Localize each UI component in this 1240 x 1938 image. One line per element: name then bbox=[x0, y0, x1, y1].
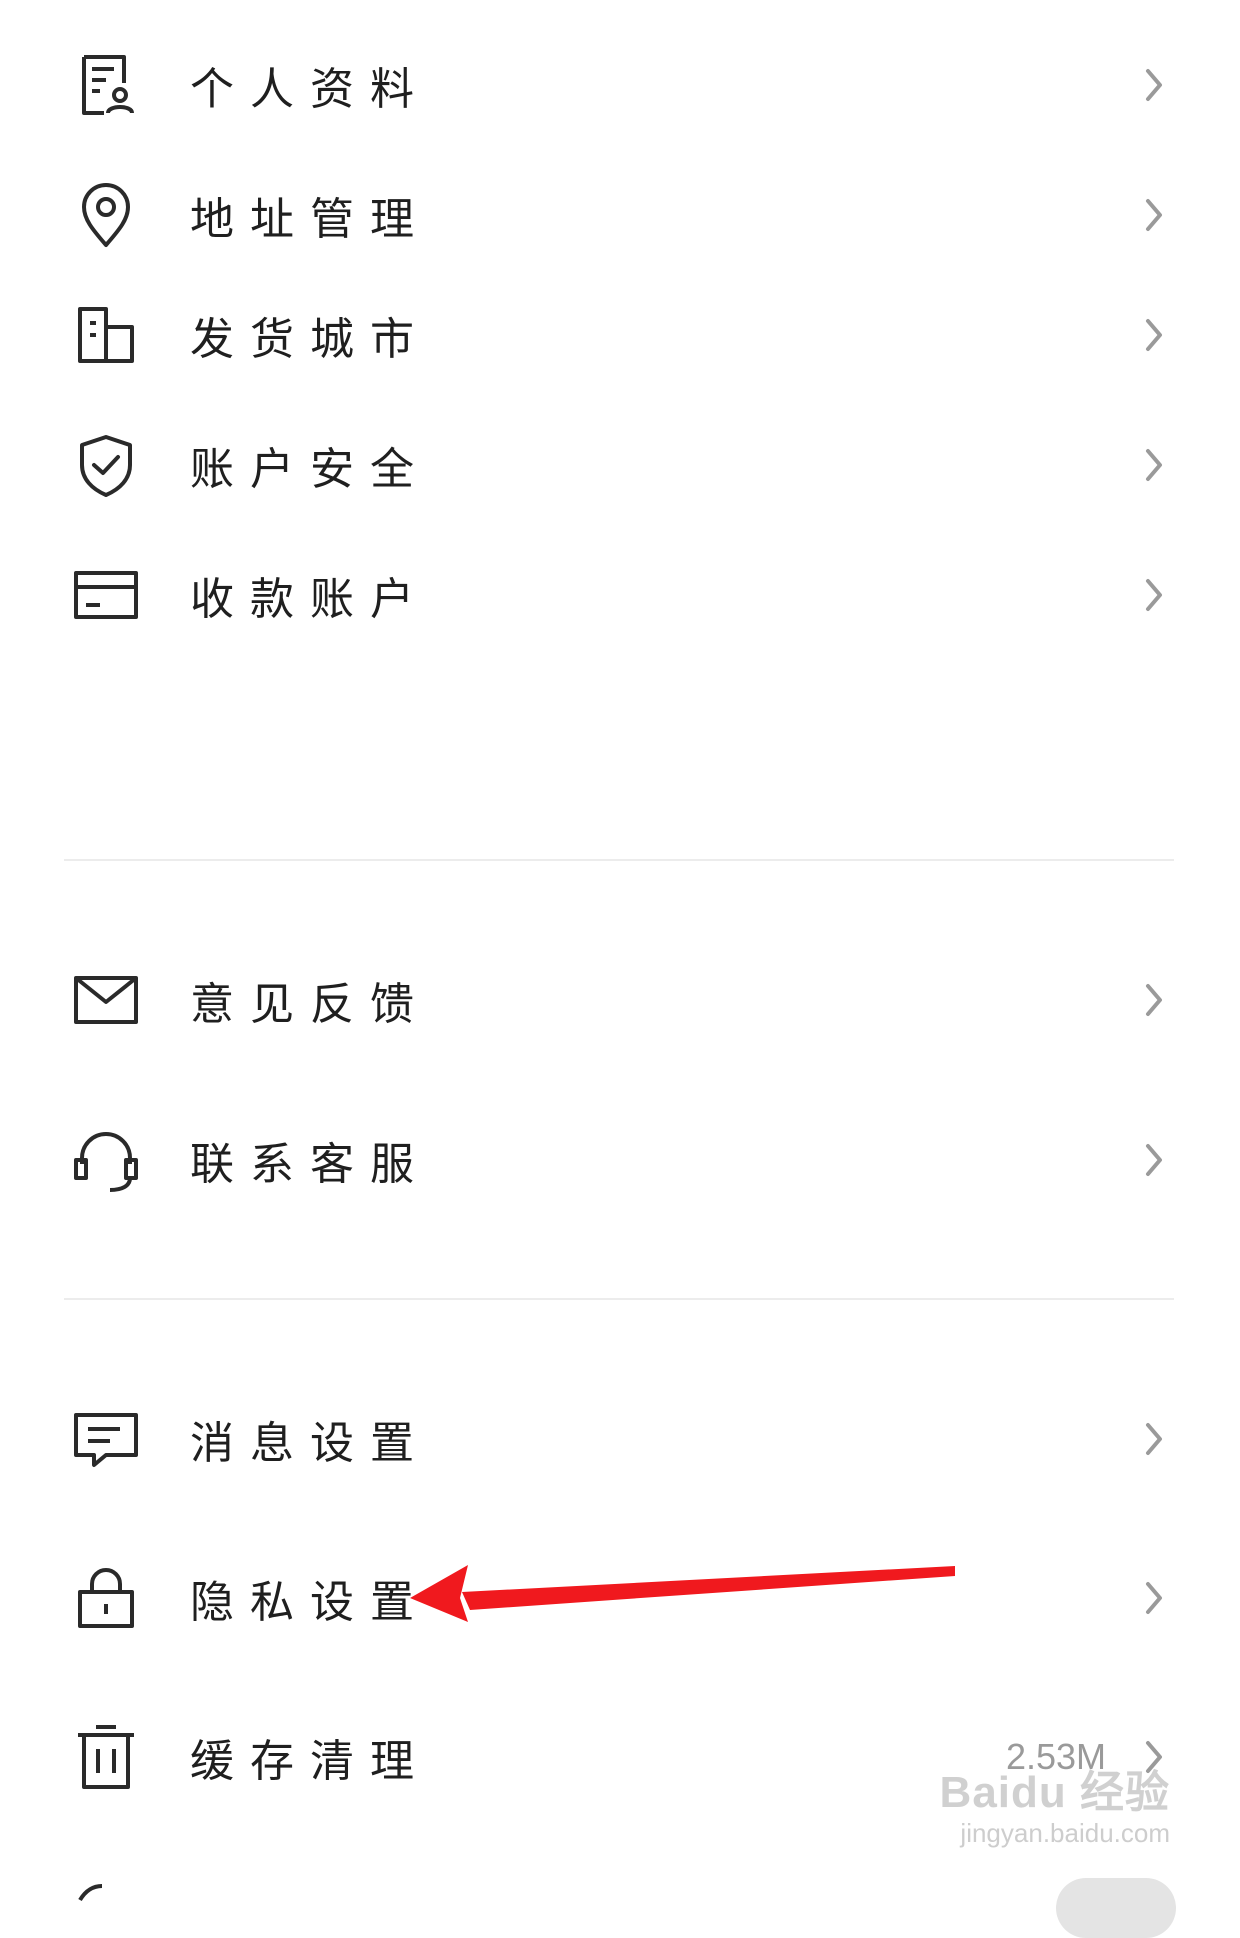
chevron-right-icon bbox=[1140, 65, 1168, 105]
menu-item-label: 缓存清理 bbox=[190, 1736, 430, 1787]
menu-item-label: 发货城市 bbox=[190, 314, 430, 365]
location-pin-icon bbox=[70, 179, 142, 251]
menu-item-label: 消息设置 bbox=[190, 1418, 430, 1469]
watermark-url: jingyan.baidu.com bbox=[960, 1818, 1170, 1848]
menu-item-customer-service[interactable]: 联系客服 bbox=[0, 1095, 1240, 1225]
menu-item-profile[interactable]: 个人资料 bbox=[0, 20, 1240, 150]
menu-item-label: 个人资料 bbox=[190, 64, 430, 115]
menu-item-label: 隐私设置 bbox=[190, 1577, 430, 1628]
shield-check-icon bbox=[70, 429, 142, 501]
profile-card-icon bbox=[70, 49, 142, 121]
chevron-right-icon bbox=[1140, 575, 1168, 615]
chevron-right-icon bbox=[1140, 980, 1168, 1020]
watermark: Baidu 经验 jingyan.baidu.com bbox=[940, 1756, 1170, 1849]
toggle-switch[interactable] bbox=[1056, 1878, 1176, 1938]
menu-item-label: 账户安全 bbox=[190, 444, 430, 495]
partial-row-icon bbox=[72, 1882, 132, 1906]
lock-icon bbox=[70, 1562, 142, 1634]
card-icon bbox=[70, 559, 142, 631]
mail-icon bbox=[70, 964, 142, 1036]
menu-item-account-security[interactable]: 账户安全 bbox=[0, 400, 1240, 530]
chevron-right-icon bbox=[1140, 1578, 1168, 1618]
menu-item-shipping-city[interactable]: 发货城市 bbox=[0, 270, 1240, 400]
chevron-right-icon bbox=[1140, 1419, 1168, 1459]
menu-item-label: 联系客服 bbox=[190, 1139, 430, 1190]
headset-icon bbox=[70, 1124, 142, 1196]
chevron-right-icon bbox=[1140, 315, 1168, 355]
building-icon bbox=[70, 299, 142, 371]
section-divider bbox=[64, 859, 1174, 861]
watermark-logo: Baidu 经验 bbox=[939, 1768, 1170, 1817]
chevron-right-icon bbox=[1140, 195, 1168, 235]
menu-item-message-settings[interactable]: 消息设置 bbox=[0, 1374, 1240, 1504]
menu-item-address[interactable]: 地址管理 bbox=[0, 150, 1240, 280]
section-divider bbox=[64, 1298, 1174, 1300]
message-icon bbox=[70, 1403, 142, 1475]
chevron-right-icon bbox=[1140, 1140, 1168, 1180]
menu-item-payment-account[interactable]: 收款账户 bbox=[0, 530, 1240, 660]
menu-item-label: 收款账户 bbox=[190, 574, 430, 625]
menu-item-label: 地址管理 bbox=[190, 194, 430, 245]
menu-item-privacy-settings[interactable]: 隐私设置 bbox=[0, 1533, 1240, 1663]
trash-icon bbox=[70, 1721, 142, 1793]
chevron-right-icon bbox=[1140, 445, 1168, 485]
menu-item-label: 意见反馈 bbox=[190, 979, 430, 1030]
menu-item-feedback[interactable]: 意见反馈 bbox=[0, 935, 1240, 1065]
